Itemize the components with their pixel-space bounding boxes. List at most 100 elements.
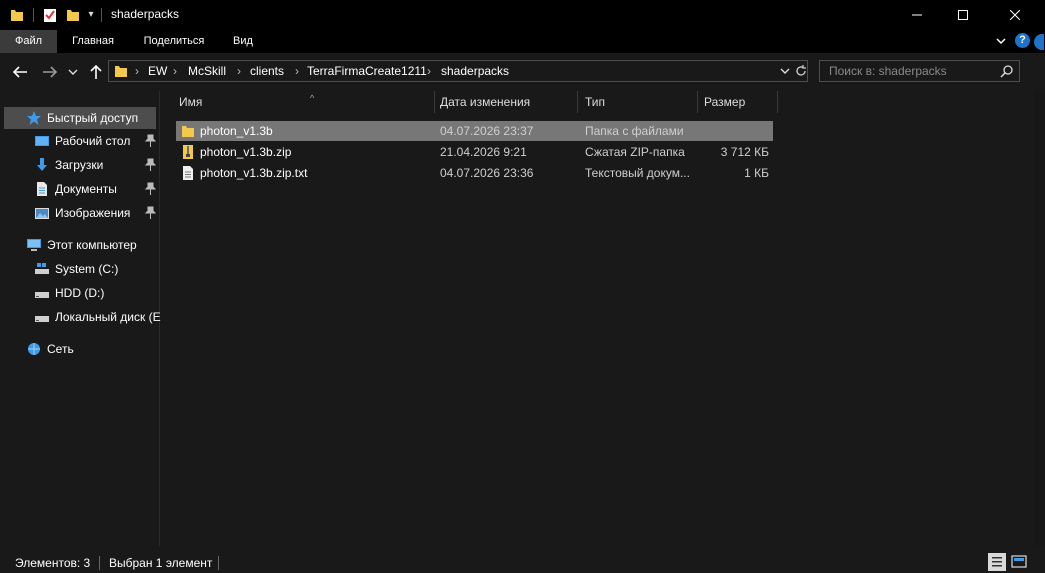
breadcrumb-separator: › <box>295 64 299 78</box>
title-bar: ▾ shaderpacks <box>0 0 1045 30</box>
sidebar-item-label: HDD (D:) <box>55 286 105 300</box>
file-size: 1 КБ <box>744 166 769 180</box>
quick-access-dropdown[interactable]: ▾ <box>86 7 96 23</box>
sidebar-item-network[interactable]: Сеть <box>4 338 156 360</box>
sidebar-item-pictures[interactable]: Изображения <box>4 202 156 224</box>
maximize-button[interactable] <box>940 0 986 30</box>
address-bar[interactable]: › EW › McSkill › clients › TerraFirmaCre… <box>108 60 808 82</box>
column-divider[interactable] <box>577 91 578 113</box>
vertical-scrollbar[interactable] <box>1034 91 1045 546</box>
sidebar-item-label: Изображения <box>55 206 131 220</box>
navigation-bar: › EW › McSkill › clients › TerraFirmaCre… <box>0 53 1045 91</box>
maximize-icon <box>958 10 968 20</box>
refresh-icon[interactable] <box>795 63 807 79</box>
text-file-icon <box>183 166 193 180</box>
sidebar-item-hdd-d[interactable]: HDD (D:) <box>4 282 156 304</box>
sidebar-item-label: Загрузки <box>55 158 104 172</box>
column-header-label: Имя <box>179 95 203 109</box>
sidebar-item-label: Локальный диск (E <box>55 310 161 324</box>
folder-icon <box>115 66 127 77</box>
minimize-button[interactable] <box>894 0 940 30</box>
item-count: Элементов: 3 <box>15 556 91 570</box>
status-bar: Элементов: 3 Выбран 1 элемент <box>0 546 1045 573</box>
sidebar-item-documents[interactable]: Документы <box>4 178 156 200</box>
breadcrumb-item[interactable]: clients <box>250 61 284 81</box>
table-row[interactable]: photon_v1.3b.zip.txt 04.07.2026 23:36 Те… <box>176 163 773 183</box>
sort-ascending-icon: ^ <box>310 93 315 103</box>
breadcrumb-separator: › <box>237 64 241 78</box>
pin-icon[interactable] <box>145 134 156 147</box>
sidebar-item-this-pc[interactable]: Этот компьютер <box>4 234 156 256</box>
column-header-name[interactable]: Имя ^ <box>173 91 435 113</box>
large-icons-view-icon[interactable] <box>1010 553 1028 571</box>
pin-icon[interactable] <box>145 182 156 195</box>
pin-icon[interactable] <box>145 206 156 219</box>
back-button[interactable] <box>10 62 30 82</box>
tab-home[interactable]: Главная <box>60 30 126 53</box>
download-icon <box>37 158 47 171</box>
status-divider <box>99 556 100 570</box>
breadcrumb-separator: › <box>427 64 431 78</box>
column-divider[interactable] <box>777 91 778 113</box>
forward-button[interactable] <box>40 62 60 82</box>
navigation-pane: Быстрый доступ Рабочий стол Загрузки Док… <box>0 91 161 546</box>
status-divider <box>218 556 219 570</box>
tab-file[interactable]: Файл <box>0 30 57 53</box>
tab-view[interactable]: Вид <box>222 30 264 53</box>
column-header-size[interactable]: Размер <box>698 91 778 113</box>
search-input[interactable]: Поиск в: shaderpacks <box>819 60 1020 82</box>
sidebar-item-label: Быстрый доступ <box>47 111 139 125</box>
up-button[interactable] <box>86 62 106 82</box>
sidebar-item-label: Рабочий стол <box>55 134 131 148</box>
file-name: photon_v1.3b <box>200 124 273 138</box>
sidebar-item-label: System (C:) <box>55 262 119 276</box>
selection-count: Выбран 1 элемент <box>109 556 213 570</box>
address-history-dropdown-icon[interactable] <box>779 64 791 78</box>
pin-icon[interactable] <box>145 158 156 171</box>
ribbon-expand-icon[interactable] <box>994 33 1008 49</box>
arrow-left-icon <box>12 66 27 78</box>
details-view-icon[interactable] <box>988 553 1006 571</box>
search-placeholder: Поиск в: shaderpacks <box>829 64 947 78</box>
table-row[interactable]: photon_v1.3b 04.07.2026 23:37 Папка с фа… <box>176 121 773 141</box>
window-title: shaderpacks <box>111 7 180 21</box>
column-header-type[interactable]: Тип <box>579 91 697 113</box>
arrow-right-icon <box>43 66 58 78</box>
sidebar-item-local-disk-e[interactable]: Локальный диск (E <box>4 306 161 328</box>
new-folder-icon[interactable] <box>66 7 80 23</box>
breadcrumb-separator: › <box>173 64 177 78</box>
file-list: Имя ^ Дата изменения Тип Размер photon_v… <box>161 91 1034 546</box>
desktop-icon <box>35 136 49 146</box>
file-type: Текстовый докум... <box>585 166 690 180</box>
drive-icon <box>35 292 49 298</box>
table-row[interactable]: photon_v1.3b.zip 21.04.2026 9:21 Сжатая … <box>176 142 773 162</box>
folder-icon[interactable] <box>10 7 24 23</box>
sidebar-item-downloads[interactable]: Загрузки <box>4 154 156 176</box>
column-header-date[interactable]: Дата изменения <box>434 91 578 113</box>
help-button[interactable]: ? <box>1015 33 1030 48</box>
tab-share[interactable]: Поделиться <box>130 30 218 53</box>
breadcrumb-item[interactable]: McSkill <box>188 61 226 81</box>
network-icon <box>28 343 40 355</box>
toolbar-divider <box>101 8 102 22</box>
file-type: Папка с файлами <box>585 124 684 138</box>
breadcrumb-item[interactable]: shaderpacks <box>441 61 509 81</box>
edge-indicator <box>1034 34 1044 50</box>
file-date: 04.07.2026 23:37 <box>440 124 534 138</box>
drive-icon <box>35 316 49 322</box>
toolbar-divider <box>33 8 34 22</box>
breadcrumb-item[interactable]: EW <box>148 61 167 81</box>
sidebar-item-label: Этот компьютер <box>47 238 137 252</box>
chevron-down-icon <box>68 69 78 75</box>
system-drive-icon <box>35 263 49 274</box>
breadcrumb-item[interactable]: TerraFirmaCreate1211 <box>307 61 427 81</box>
sidebar-item-desktop[interactable]: Рабочий стол <box>4 130 156 152</box>
pictures-icon <box>35 208 49 219</box>
close-button[interactable] <box>992 0 1038 30</box>
sidebar-item-system-c[interactable]: System (C:) <box>4 258 156 280</box>
recent-locations-button[interactable] <box>66 62 80 82</box>
properties-icon[interactable] <box>43 7 57 23</box>
star-icon <box>27 111 41 125</box>
search-icon[interactable] <box>1000 64 1014 78</box>
sidebar-item-quick-access[interactable]: Быстрый доступ <box>4 107 156 129</box>
